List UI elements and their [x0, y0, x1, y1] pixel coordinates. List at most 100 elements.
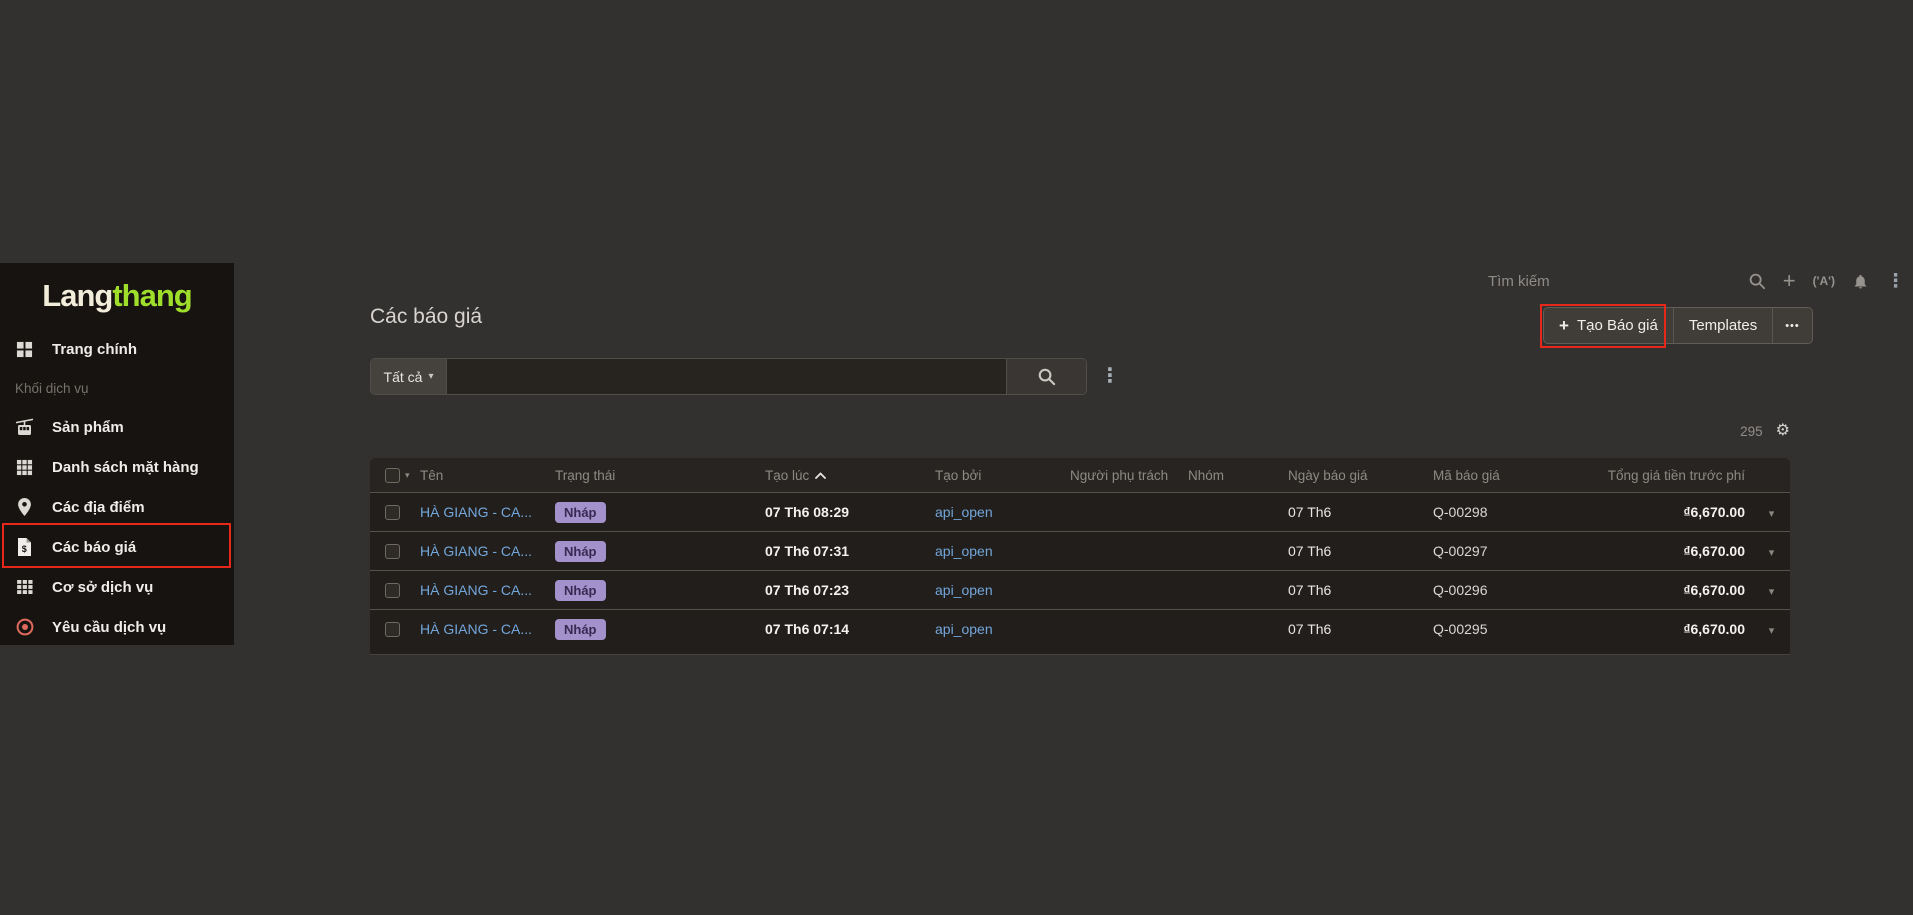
sidebar-item-cac-dia-diem[interactable]: Các địa điểm — [0, 487, 234, 527]
total-cell: ₫6,670.00 — [1563, 621, 1753, 637]
map-pin-icon — [15, 498, 34, 517]
column-header-group[interactable]: Nhóm — [1188, 468, 1288, 483]
page-title: Các báo giá — [370, 305, 482, 329]
filter-search-input[interactable] — [446, 359, 1006, 394]
sidebar: Langthang Trang chính Khối dịch vụ Sản p… — [0, 263, 234, 645]
sidebar-item-co-so-dich-vu[interactable]: Cơ sở dịch vụ — [0, 567, 234, 607]
quote-code-cell: Q-00296 — [1433, 582, 1563, 598]
kebab-menu-icon[interactable]: ⋮ — [1886, 270, 1905, 292]
quote-code-cell: Q-00297 — [1433, 543, 1563, 559]
created-by-link[interactable]: api_open — [935, 621, 993, 637]
column-header-status[interactable]: Trạng thái — [555, 468, 765, 483]
row-checkbox[interactable] — [385, 544, 400, 559]
total-cell: ₫6,670.00 — [1563, 504, 1753, 520]
sidebar-item-label: Các báo giá — [52, 539, 136, 556]
sidebar-item-san-pham[interactable]: Sản phẩm — [0, 407, 234, 447]
add-icon[interactable]: + — [1783, 270, 1796, 292]
column-header-created-at[interactable]: Tạo lúc — [765, 468, 935, 483]
total-cell: ₫6,670.00 — [1563, 543, 1753, 559]
action-button-group: + Tạo Báo giá Templates ••• — [1543, 307, 1813, 344]
quotes-table: ▾ Tên Trạng thái Tạo lúc Tạo bởi Người p… — [370, 458, 1790, 655]
logo-text-second: thang — [112, 278, 191, 313]
created-by-link[interactable]: api_open — [935, 543, 993, 559]
search-icon[interactable] — [1748, 270, 1766, 292]
table-row[interactable]: HÀ GIANG - CA... Nháp 07 Th6 07:14 api_o… — [370, 609, 1790, 648]
column-header-total[interactable]: Tổng giá tiền trước phí — [1563, 468, 1753, 483]
sidebar-item-label: Cơ sở dịch vụ — [52, 579, 153, 596]
status-badge: Nháp — [555, 619, 606, 640]
filter-kebab-icon[interactable]: ⋮ — [1100, 363, 1120, 388]
record-count: 295 — [1740, 424, 1763, 439]
dot-circle-icon — [15, 618, 34, 637]
list-toolbar: 295 ⚙ — [1690, 420, 1790, 442]
sidebar-item-label: Danh sách mặt hàng — [52, 459, 199, 476]
sidebar-item-cac-bao-gia[interactable]: $ Các báo giá — [0, 527, 234, 567]
sidebar-item-label: Trang chính — [52, 341, 137, 358]
filter-bar: Tất cả ▾ — [370, 358, 1087, 395]
sidebar-item-danh-sach-mat-hang[interactable]: Danh sách mặt hàng — [0, 447, 234, 487]
quote-date-cell: 07 Th6 — [1288, 582, 1433, 598]
created-at-cell: 07 Th6 07:14 — [765, 621, 935, 637]
row-actions-caret-icon[interactable]: ▾ — [1769, 625, 1775, 637]
created-by-link[interactable]: api_open — [935, 504, 993, 520]
column-header-owner[interactable]: Người phụ trách — [1070, 468, 1188, 483]
templates-button[interactable]: Templates — [1673, 308, 1772, 343]
quote-date-cell: 07 Th6 — [1288, 621, 1433, 637]
bell-icon[interactable] — [1852, 270, 1869, 292]
sort-ascending-icon — [815, 472, 826, 479]
settings-gear-icon[interactable]: ⚙ — [1776, 423, 1790, 439]
quote-date-cell: 07 Th6 — [1288, 543, 1433, 559]
table-row[interactable]: HÀ GIANG - CA... Nháp 07 Th6 08:29 api_o… — [370, 492, 1790, 531]
sidebar-menu: Trang chính Khối dịch vụ Sản phẩm Danh s… — [0, 326, 234, 647]
quote-name-link[interactable]: HÀ GIANG - CA... — [420, 504, 532, 520]
quote-name-link[interactable]: HÀ GIANG - CA... — [420, 543, 532, 559]
quote-name-link[interactable]: HÀ GIANG - CA... — [420, 582, 532, 598]
filter-scope-dropdown[interactable]: Tất cả ▾ — [371, 359, 446, 394]
row-checkbox[interactable] — [385, 583, 400, 598]
created-by-link[interactable]: api_open — [935, 582, 993, 598]
top-bar-icons: + ('A') ⋮ — [1748, 270, 1905, 292]
column-header-quote-date[interactable]: Ngày báo giá — [1288, 468, 1433, 483]
create-quote-button[interactable]: + Tạo Báo giá — [1544, 308, 1673, 343]
column-header-name[interactable]: Tên — [420, 468, 555, 483]
row-checkbox[interactable] — [385, 505, 400, 520]
search-icon — [1037, 367, 1056, 386]
translate-icon[interactable]: ('A') — [1813, 270, 1835, 292]
column-header-created-by[interactable]: Tạo bởi — [935, 468, 1070, 483]
created-at-cell: 07 Th6 07:31 — [765, 543, 935, 559]
quote-date-cell: 07 Th6 — [1288, 504, 1433, 520]
row-actions-caret-icon[interactable]: ▾ — [1769, 586, 1775, 598]
logo-text-first: Lang — [42, 278, 112, 313]
row-actions-caret-icon[interactable]: ▾ — [1769, 547, 1775, 559]
select-all-caret-icon[interactable]: ▾ — [405, 470, 410, 481]
created-at-cell: 07 Th6 07:23 — [765, 582, 935, 598]
created-at-cell: 07 Th6 08:29 — [765, 504, 935, 520]
column-header-code[interactable]: Mã báo giá — [1433, 468, 1563, 483]
status-badge: Nháp — [555, 541, 606, 562]
quote-name-link[interactable]: HÀ GIANG - CA... — [420, 621, 532, 637]
total-cell: ₫6,670.00 — [1563, 582, 1753, 598]
table-row[interactable]: HÀ GIANG - CA... Nháp 07 Th6 07:23 api_o… — [370, 570, 1790, 609]
row-checkbox[interactable] — [385, 622, 400, 637]
more-actions-button[interactable]: ••• — [1772, 308, 1812, 343]
table-row[interactable]: HÀ GIANG - CA... Nháp 07 Th6 07:31 api_o… — [370, 531, 1790, 570]
app-logo: Langthang — [0, 274, 234, 326]
select-all-checkbox[interactable] — [385, 468, 400, 483]
status-badge: Nháp — [555, 502, 606, 523]
quote-code-cell: Q-00298 — [1433, 504, 1563, 520]
plus-icon: + — [1559, 318, 1569, 333]
quote-code-cell: Q-00295 — [1433, 621, 1563, 637]
invoice-dollar-icon: $ — [15, 538, 34, 557]
sidebar-item-yeu-cau-dich-vu[interactable]: Yêu cầu dịch vụ — [0, 607, 234, 647]
grid-3x3-icon — [15, 458, 34, 477]
status-badge: Nháp — [555, 580, 606, 601]
sidebar-item-label: Các địa điểm — [52, 499, 145, 516]
grid-3x3-icon — [15, 578, 34, 597]
sidebar-item-label: Sản phẩm — [52, 419, 124, 436]
sidebar-item-label: Yêu cầu dịch vụ — [52, 619, 166, 636]
row-actions-caret-icon[interactable]: ▾ — [1769, 508, 1775, 520]
global-search-input[interactable] — [1488, 273, 1698, 290]
sidebar-item-trang-chinh[interactable]: Trang chính — [0, 329, 234, 369]
filter-search-button[interactable] — [1006, 359, 1086, 394]
sidebar-section-label: Khối dịch vụ — [0, 369, 234, 407]
